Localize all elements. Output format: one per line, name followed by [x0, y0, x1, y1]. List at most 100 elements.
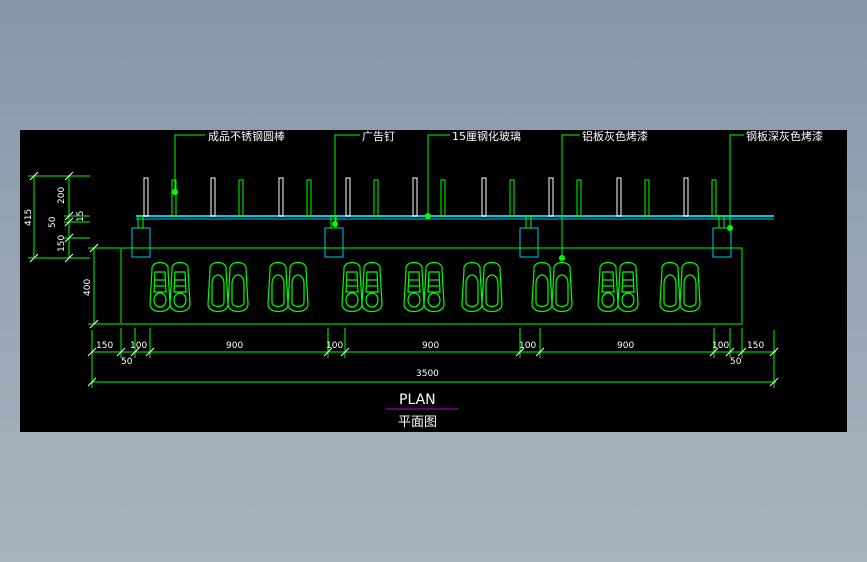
- shoe-sole: [461, 261, 483, 313]
- shoe: [341, 261, 363, 313]
- shoe-sole: [227, 261, 249, 313]
- callout-nail-label: 广告钉: [362, 130, 395, 143]
- shoe-opening: [663, 274, 677, 308]
- rod-group: [143, 177, 717, 217]
- shoe-opening: [555, 274, 569, 308]
- dim-200: 200: [57, 187, 67, 204]
- shoe-sole: [481, 261, 503, 313]
- shoe-sole: [551, 261, 573, 313]
- shoe: [169, 261, 191, 313]
- rod-white: [345, 177, 351, 217]
- plan-subtitle: 平面图: [398, 415, 437, 430]
- shoe-heel: [427, 292, 441, 308]
- shoe-sole: [361, 261, 383, 313]
- rod-white: [683, 177, 689, 217]
- shoe-sole: [423, 261, 445, 313]
- shoe-sole: [531, 261, 553, 313]
- shoe-heel: [173, 292, 187, 308]
- bracket-post: [137, 215, 144, 229]
- shoe: [423, 261, 445, 313]
- shoe-sole: [403, 261, 425, 313]
- shoe-heel: [153, 292, 167, 308]
- shoe-heel: [621, 292, 635, 308]
- shoe-opening: [485, 274, 499, 308]
- shoe-opening: [271, 274, 285, 308]
- shoe-opening: [211, 274, 225, 308]
- shoe-laces: [407, 271, 421, 293]
- shoe: [617, 261, 639, 313]
- dim-50-under-right: 50: [730, 357, 742, 367]
- shoe-sole: [207, 261, 229, 313]
- cad-drawing-area: 成品不锈钢圆棒 广告钉 15厘钢化玻璃 铝板灰色烤漆 钢板深灰色烤漆 415 2…: [20, 130, 847, 432]
- bottom-dimension-labels: 150 100 900 100 900 100 900 100 150: [96, 341, 764, 351]
- plan-drawing: 成品不锈钢圆棒 广告钉 15厘钢化玻璃 铝板灰色烤漆 钢板深灰色烤漆 415 2…: [24, 130, 823, 430]
- shoe-laces: [153, 271, 167, 293]
- rod-white: [143, 177, 149, 217]
- shoe-opening: [231, 274, 245, 308]
- shoe-opening: [291, 274, 305, 308]
- rod-white: [210, 177, 216, 217]
- shoe: [679, 261, 701, 313]
- rod-green: [644, 179, 650, 217]
- bracket-box: [712, 227, 732, 258]
- rod-green: [306, 179, 312, 217]
- bracket-box: [131, 227, 151, 258]
- shoe: [149, 261, 171, 313]
- shoe-sole: [341, 261, 363, 313]
- shoe-opening: [683, 274, 697, 308]
- shoe-sole: [169, 261, 191, 313]
- bottom-dim-label: 150: [747, 341, 764, 351]
- bottom-dim-label: 900: [617, 341, 634, 351]
- bottom-dim-label: 100: [326, 341, 343, 351]
- dim-50-under-left: 50: [121, 357, 133, 367]
- shoe-heel: [345, 292, 359, 308]
- rod-white: [278, 177, 284, 217]
- shoe-sole: [149, 261, 171, 313]
- shoe: [207, 261, 229, 313]
- shoe-sole: [679, 261, 701, 313]
- bracket-post: [718, 215, 725, 229]
- bracket-post: [525, 215, 532, 229]
- dim-3500: 3500: [416, 369, 439, 379]
- shoe-sole: [287, 261, 309, 313]
- callout-leaders: [174, 134, 744, 258]
- rod-green: [440, 179, 446, 217]
- callout-rod-label: 成品不锈钢圆棒: [208, 130, 285, 143]
- callout-steel-label: 钢板深灰色烤漆: [746, 130, 823, 143]
- left-dimension-lines: [28, 175, 120, 325]
- shoe-heel: [407, 292, 421, 308]
- bottom-dim-label: 100: [130, 341, 147, 351]
- dim-50: 50: [48, 216, 58, 228]
- shoe-group: [149, 261, 701, 313]
- rod-white: [481, 177, 487, 217]
- shoe: [551, 261, 573, 313]
- shoe-laces: [601, 271, 615, 293]
- shoe-laces: [621, 271, 635, 293]
- bottom-dim-label: 900: [422, 341, 439, 351]
- shoe: [227, 261, 249, 313]
- dim-415: 415: [24, 209, 34, 226]
- plan-title: PLAN: [399, 392, 436, 408]
- bottom-dim-label: 900: [226, 341, 243, 351]
- shoe-sole: [617, 261, 639, 313]
- shoe-heel: [601, 292, 615, 308]
- shoe-laces: [345, 271, 359, 293]
- shoe-sole: [659, 261, 681, 313]
- rod-green: [576, 179, 582, 217]
- rod-green: [509, 179, 515, 217]
- shoe: [597, 261, 619, 313]
- callout-aluminum-label: 铝板灰色烤漆: [582, 130, 648, 143]
- shoe: [461, 261, 483, 313]
- bottom-dimension-ticks: [87, 347, 779, 387]
- rod-white: [548, 177, 554, 217]
- shoe-opening: [465, 274, 479, 308]
- shoe: [287, 261, 309, 313]
- shoe: [361, 261, 383, 313]
- shoe: [481, 261, 503, 313]
- shoe: [403, 261, 425, 313]
- rod-green: [373, 179, 379, 217]
- bottom-dim-label: 100: [712, 341, 729, 351]
- bottom-dimension-lines: [91, 328, 776, 388]
- bracket-box: [519, 227, 539, 258]
- shoe-opening: [535, 274, 549, 308]
